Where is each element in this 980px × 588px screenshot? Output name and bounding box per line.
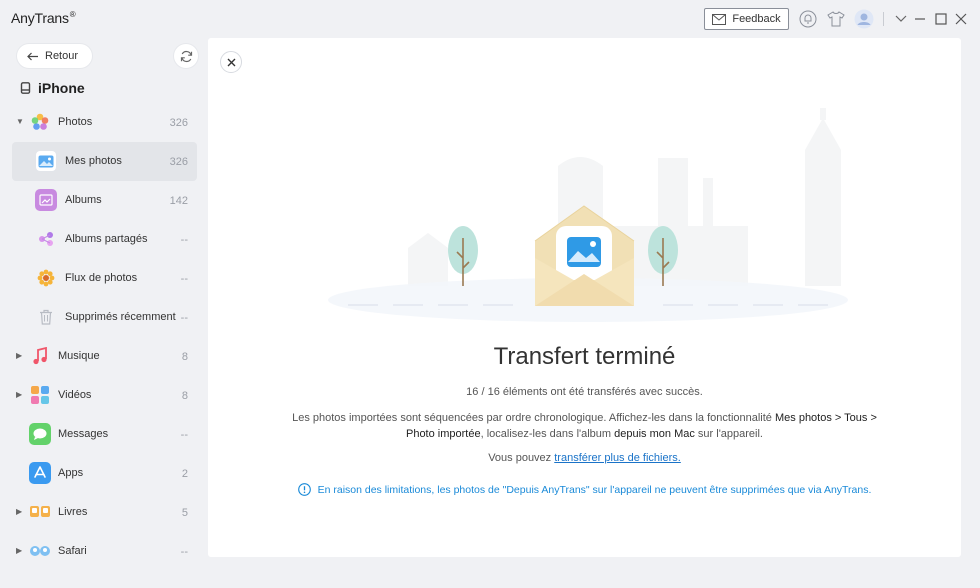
sidebar-item-count: 2	[181, 467, 188, 480]
sidebar: Retour iPhone ▼ Photos 326 Mes photos 32…	[0, 36, 208, 588]
sidebar-item-count: 142	[169, 194, 188, 207]
refresh-icon	[180, 50, 192, 62]
mail-icon	[712, 13, 727, 25]
transfer-complete-illustration	[328, 108, 848, 322]
messages-icon	[29, 423, 51, 445]
result-description: Les photos importées sont séquencées par…	[288, 410, 881, 442]
app-store-icon	[29, 462, 51, 484]
chevron-down-icon[interactable]	[891, 9, 911, 29]
sidebar-item-label: Albums partagés	[65, 233, 148, 245]
collapsed-arrow-icon[interactable]: ▶	[16, 547, 24, 555]
limitation-notice: En raison des limitations, les photos de…	[288, 483, 881, 496]
title-bar: AnyTrans® Feedback	[0, 0, 980, 36]
sidebar-item-recently-deleted[interactable]: Supprimés récemment --	[0, 298, 208, 337]
books-icon	[29, 501, 51, 523]
sidebar-item-count: --	[180, 428, 188, 441]
device-name: iPhone	[38, 80, 85, 96]
phone-icon	[20, 82, 31, 94]
transfer-more-line: Vous pouvez transférer plus de fichiers.	[208, 452, 961, 464]
sidebar-item-books[interactable]: ▶ Livres 5	[0, 493, 208, 532]
sidebar-item-label: Safari	[58, 545, 87, 557]
sidebar-item-count: --	[180, 233, 188, 246]
close-icon	[227, 58, 235, 66]
arrow-left-icon	[27, 52, 38, 60]
expanded-arrow-icon[interactable]: ▼	[16, 118, 24, 126]
sidebar-item-count: --	[180, 272, 188, 285]
close-panel-button[interactable]	[220, 51, 242, 73]
back-button[interactable]: Retour	[17, 44, 92, 68]
sidebar-item-label: Livres	[58, 506, 88, 518]
sidebar-item-videos[interactable]: ▶ Vidéos 8	[0, 376, 208, 415]
collapsed-arrow-icon[interactable]: ▶	[16, 352, 24, 360]
sidebar-item-safari[interactable]: ▶ Safari --	[0, 532, 208, 571]
sidebar-item-count: 326	[169, 155, 188, 168]
bell-icon[interactable]	[798, 9, 818, 29]
tree-left	[448, 226, 478, 286]
sidebar-item-messages[interactable]: Messages --	[0, 415, 208, 454]
sidebar-item-count: 326	[169, 116, 188, 129]
description-text: sur l'appareil.	[694, 428, 763, 440]
sidebar-item-label: Vidéos	[58, 389, 92, 401]
image-icon	[35, 150, 57, 172]
sidebar-item-label: Mes photos	[65, 155, 122, 167]
result-subtitle: 16 / 16 éléments ont été transférés avec…	[466, 386, 703, 398]
sidebar-item-photos[interactable]: ▼ Photos 326	[0, 103, 208, 142]
collapsed-arrow-icon[interactable]: ▶	[16, 391, 24, 399]
sidebar-item-my-photos[interactable]: Mes photos 326	[12, 142, 197, 181]
envelope	[534, 205, 635, 306]
sidebar-item-label: Supprimés récemment	[65, 311, 176, 323]
maximize-icon[interactable]	[931, 9, 951, 29]
sunflower-icon	[35, 267, 57, 289]
sidebar-item-label: Flux de photos	[65, 272, 138, 284]
refresh-button[interactable]	[174, 44, 198, 68]
sidebar-item-photo-stream[interactable]: Flux de photos --	[0, 259, 208, 298]
feedback-label: Feedback	[732, 13, 781, 25]
device-header: iPhone	[20, 80, 85, 96]
window-close-icon[interactable]	[951, 9, 971, 29]
info-icon	[297, 483, 311, 496]
back-label: Retour	[45, 50, 79, 62]
music-icon	[29, 345, 51, 367]
feedback-button[interactable]: Feedback	[704, 8, 789, 30]
account-icon[interactable]	[854, 9, 874, 29]
sidebar-nav: ▼ Photos 326 Mes photos 326 Albums 142 A…	[0, 103, 208, 571]
video-icon	[29, 384, 51, 406]
sidebar-item-count: 8	[181, 389, 188, 402]
transfer-more-prefix: Vous pouvez	[488, 452, 555, 464]
result-title: Transfert terminé	[493, 343, 676, 370]
sidebar-item-apps[interactable]: Apps 2	[0, 454, 208, 493]
transfer-more-link[interactable]: transférer plus de fichiers.	[554, 452, 681, 464]
sidebar-item-label: Musique	[58, 350, 100, 362]
sidebar-item-label: Albums	[65, 194, 102, 206]
sidebar-item-label: Messages	[58, 428, 109, 440]
collapsed-arrow-icon[interactable]: ▶	[16, 508, 24, 516]
sidebar-item-count: 5	[181, 506, 188, 519]
trash-icon	[35, 306, 57, 328]
main-panel: Transfert terminé 16 / 16 éléments ont é…	[208, 38, 961, 557]
sidebar-item-shared-albums[interactable]: Albums partagés --	[0, 220, 208, 259]
sidebar-item-music[interactable]: ▶ Musique 8	[0, 337, 208, 376]
sidebar-item-count: --	[180, 545, 188, 558]
album-icon	[35, 189, 57, 211]
tshirt-icon[interactable]	[826, 9, 846, 29]
sidebar-item-count: --	[180, 311, 188, 324]
notice-text: En raison des limitations, les photos de…	[317, 483, 872, 496]
sidebar-item-count: 8	[181, 350, 188, 363]
shared-album-icon	[35, 228, 57, 250]
safari-icon	[29, 540, 51, 562]
app-title: AnyTrans®	[11, 10, 76, 26]
minimize-icon[interactable]	[910, 9, 930, 29]
description-text: , localisez-les dans l'album	[480, 428, 615, 440]
sidebar-item-albums[interactable]: Albums 142	[0, 181, 208, 220]
description-text: Les photos importées sont séquencées par…	[292, 412, 775, 424]
photos-icon	[29, 111, 51, 133]
sidebar-item-label: Apps	[58, 467, 84, 479]
description-album: depuis mon Mac	[614, 428, 695, 440]
sidebar-item-label: Photos	[58, 116, 93, 128]
title-bar-separator	[883, 12, 884, 26]
